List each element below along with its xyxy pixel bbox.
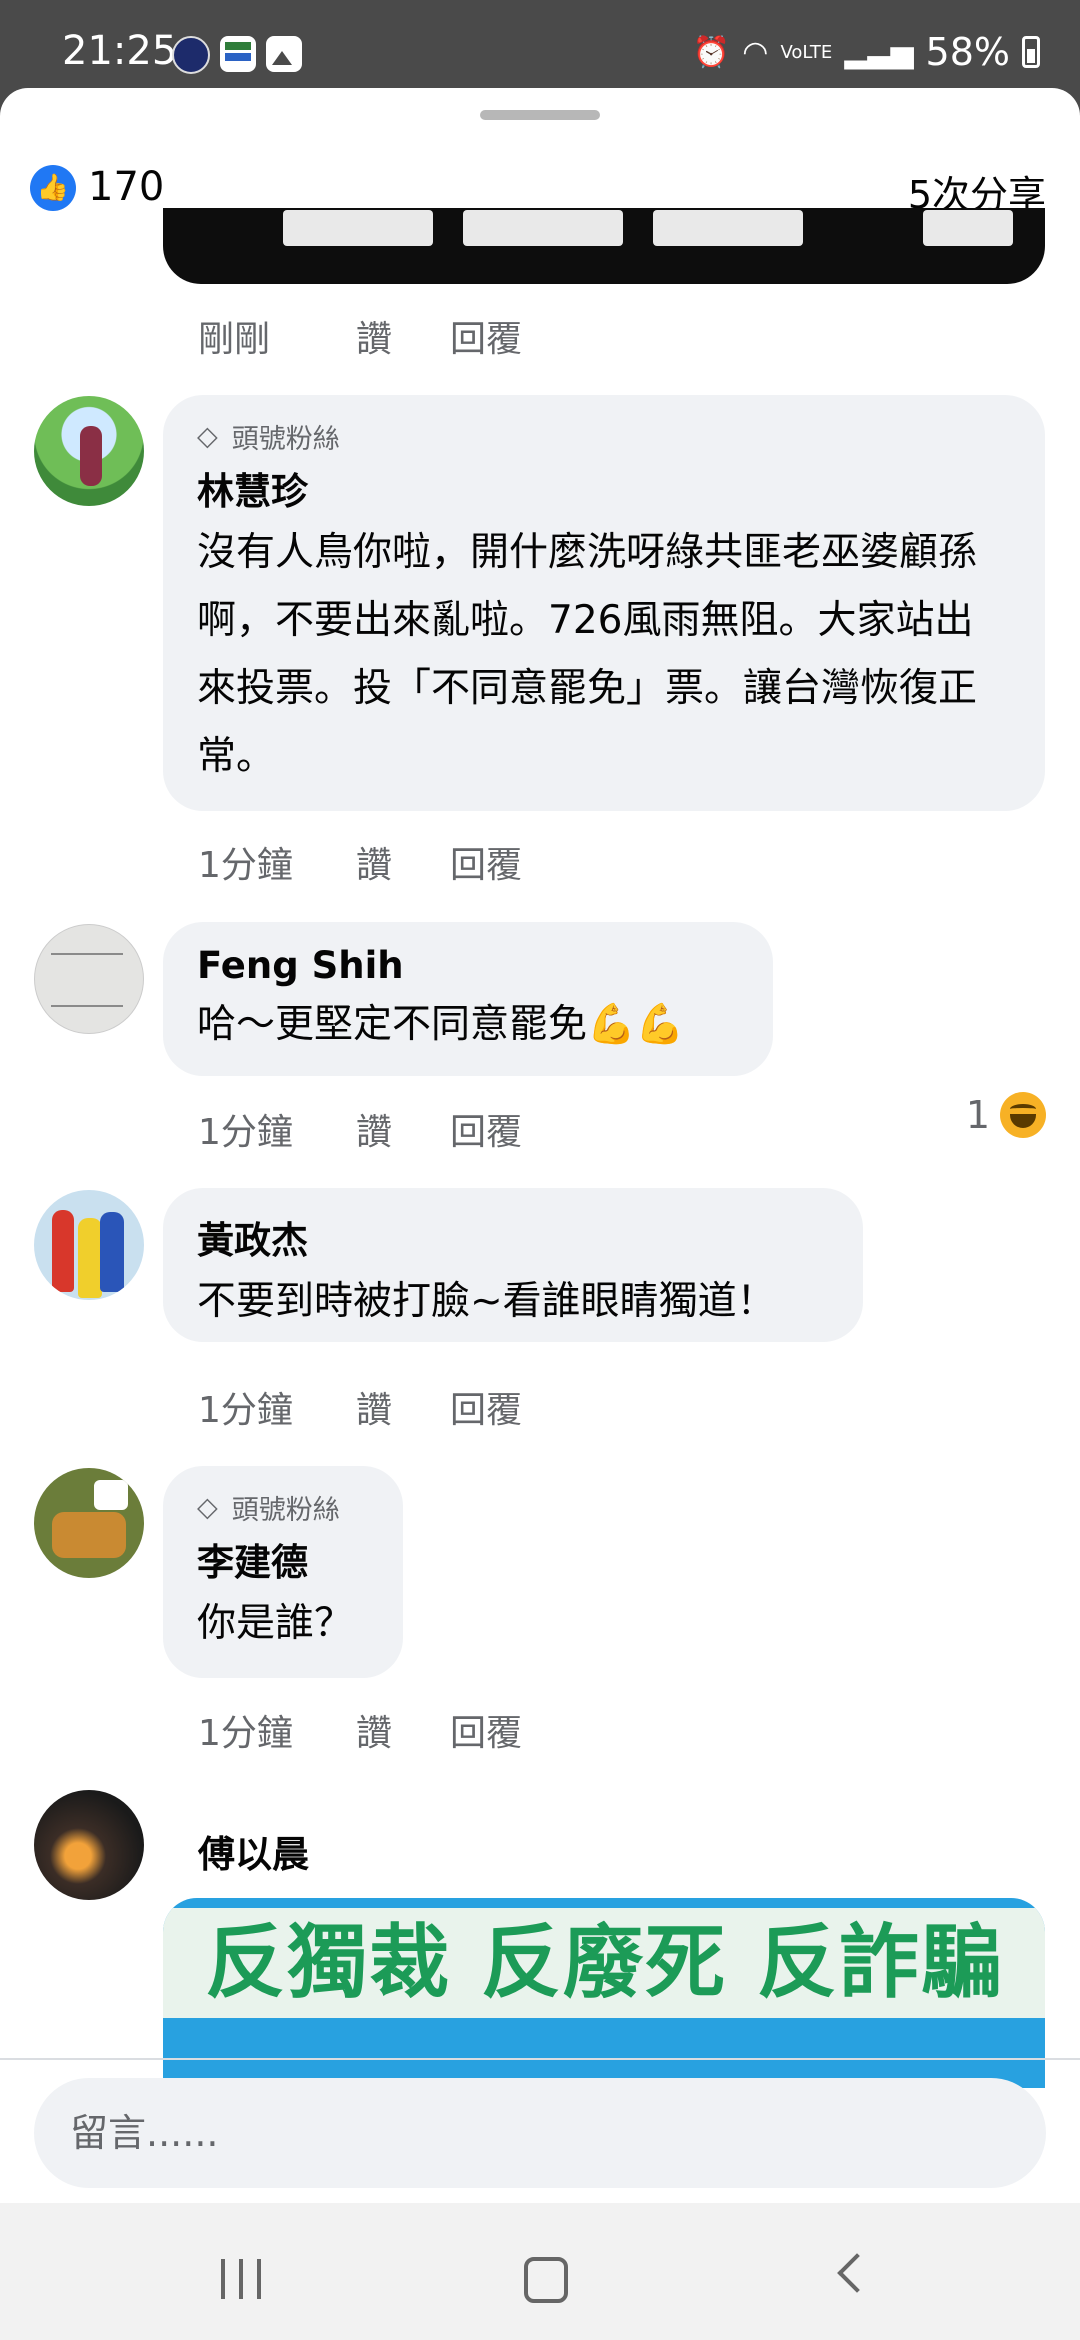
divider (0, 2058, 1080, 2060)
badge-label: 頭號粉絲 (231, 423, 340, 455)
avatar[interactable] (34, 1468, 144, 1578)
app-notification-icon (172, 36, 210, 74)
diamond-icon: ◇ (197, 420, 218, 452)
gallery-icon (266, 36, 302, 72)
commenter-name[interactable]: 傅以晨 (198, 1824, 309, 1878)
comment-bubble[interactable]: ◇ 頭號粉絲 林慧珍 沒有人鳥你啦，開什麼洗呀綠共匪老巫婆顧孫啊，不要出來亂啦。… (163, 395, 1045, 811)
reaction-count: 1 (965, 1093, 990, 1137)
comment-time: 1分鐘 (198, 845, 293, 886)
comment-time: 1分鐘 (198, 1713, 293, 1754)
comment-actions: 1分鐘 讚 回覆 (198, 1704, 522, 1756)
avatar[interactable] (34, 1190, 144, 1300)
commenter-name[interactable]: Feng Shih (197, 944, 739, 987)
top-fan-badge: ◇ 頭號粉絲 (197, 417, 1011, 455)
back-button[interactable] (837, 2253, 877, 2293)
comment-bubble[interactable]: 黃政杰 不要到時被打臉~看誰眼睛獨道！ (163, 1188, 863, 1342)
reply-button[interactable]: 回覆 (450, 836, 522, 888)
alarm-icon: ⏰ (692, 34, 731, 70)
battery-icon (1022, 36, 1040, 68)
comment-text: 哈～更堅定不同意罷免💪💪 (197, 1002, 685, 1047)
commenter-name[interactable]: 林慧珍 (197, 461, 1011, 515)
notification-icons (172, 36, 302, 74)
signal-icon: ▂▃▅ (844, 34, 914, 70)
comment-image-text: 反獨裁 反廢死 反詐騙 (163, 1908, 1045, 2018)
comment-actions: 剛剛 讚 回覆 (198, 310, 522, 362)
like-count[interactable]: 170 (88, 164, 164, 210)
like-button[interactable]: 讚 (356, 836, 392, 888)
haha-reaction-icon (1000, 1092, 1046, 1138)
diamond-icon: ◇ (197, 1491, 218, 1523)
comments-sheet: 👍 170 5次分享 剛剛 讚 回覆 ◇ 頭號粉絲 林慧珍 沒有人鳥你啦，開什麼… (0, 88, 1080, 2203)
volte-icon: VoLTE (780, 41, 833, 63)
avatar[interactable] (34, 396, 144, 506)
like-button[interactable]: 讚 (356, 310, 392, 362)
comment-text: 沒有人鳥你啦，開什麼洗呀綠共匪老巫婆顧孫啊，不要出來亂啦。726風雨無阻。大家站… (197, 530, 978, 779)
commenter-name[interactable]: 黃政杰 (197, 1210, 829, 1264)
home-button[interactable] (524, 2257, 568, 2303)
like-reaction-icon[interactable]: 👍 (30, 165, 76, 211)
comment-time: 1分鐘 (198, 1112, 293, 1153)
familymart-app-icon (220, 36, 256, 72)
comment-text: 不要到時被打臉~看誰眼睛獨道！ (197, 1279, 776, 1324)
system-nav-bar (0, 2203, 1080, 2340)
drag-handle[interactable] (480, 110, 600, 120)
reply-button[interactable]: 回覆 (450, 1103, 522, 1155)
avatar[interactable] (34, 1790, 144, 1900)
reply-button[interactable]: 回覆 (450, 1381, 522, 1433)
battery-percent: 58% (925, 30, 1010, 74)
comment-actions: 1分鐘 讚 回覆 (198, 836, 522, 888)
status-bar: 21:25 ⏰ ◠ VoLTE ▂▃▅ 58% (0, 0, 1080, 90)
comment-time: 1分鐘 (198, 1390, 293, 1431)
comment-time: 剛剛 (198, 319, 271, 360)
comment-input[interactable]: 留言...... (34, 2078, 1046, 2188)
wifi-icon: ◠ (742, 34, 769, 70)
like-button[interactable]: 讚 (356, 1704, 392, 1756)
like-button[interactable]: 讚 (356, 1381, 392, 1433)
commenter-name[interactable]: 李建德 (197, 1532, 369, 1586)
reply-button[interactable]: 回覆 (450, 310, 522, 362)
reaction-summary[interactable]: 1 (966, 1092, 1046, 1138)
status-indicators: ⏰ ◠ VoLTE ▂▃▅ 58% (693, 30, 1040, 74)
reply-button[interactable]: 回覆 (450, 1704, 522, 1756)
recent-apps-button[interactable] (221, 2259, 261, 2299)
comment-image[interactable] (163, 208, 1045, 284)
avatar[interactable] (34, 924, 144, 1034)
comment-bubble[interactable]: Feng Shih 哈～更堅定不同意罷免💪💪 (163, 922, 773, 1076)
badge-label: 頭號粉絲 (231, 1494, 340, 1526)
status-time: 21:25 (62, 28, 178, 74)
comment-actions: 1分鐘 讚 回覆 (198, 1103, 522, 1155)
top-fan-badge: ◇ 頭號粉絲 (197, 1488, 369, 1526)
comment-bubble[interactable]: ◇ 頭號粉絲 李建德 你是誰？ (163, 1466, 403, 1678)
comment-text: 你是誰？ (197, 1601, 354, 1646)
comment-actions: 1分鐘 讚 回覆 (198, 1381, 522, 1433)
like-button[interactable]: 讚 (356, 1103, 392, 1155)
